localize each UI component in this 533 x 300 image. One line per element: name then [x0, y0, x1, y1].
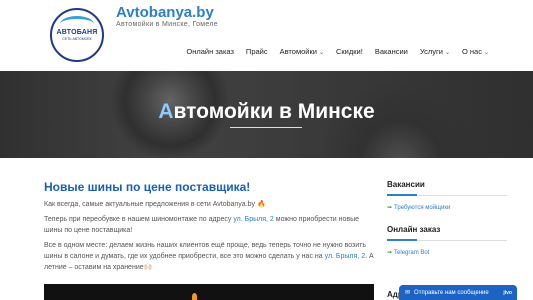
chat-label: Отправьте нам сообщение [414, 289, 489, 296]
widget-divider [387, 194, 507, 196]
chat-icon: ✉ [405, 290, 411, 296]
page-title: Автомойки в Минске [0, 100, 533, 124]
hero-divider [230, 127, 302, 128]
nav-label: Вакансии [374, 47, 408, 56]
nav-item-price[interactable]: Прайс [246, 47, 268, 56]
main-nav: Онлайн заказ Прайс Автомойки ⌄ Скидки! Ва… [186, 47, 489, 56]
chevron-down-icon: ⌄ [444, 50, 450, 56]
sidebar: Вакансии ➟ Требуются мойщики Онлайн заказ… [387, 180, 507, 270]
arrow-right-icon: ➟ [387, 250, 393, 256]
widget-link-telegram[interactable]: ➟ Telegram Bot [387, 249, 507, 256]
nav-label: Услуги [419, 47, 443, 56]
nav-label: О нас [461, 47, 482, 56]
widget-title-vacancies: Вакансии [387, 180, 425, 189]
jivo-badge: jivo [503, 289, 512, 296]
nav-item-about[interactable]: О нас ⌄ [462, 47, 489, 56]
nav-label: Скидки! [335, 47, 363, 56]
widget-link-vacancies[interactable]: ➟ Требуются мойщики [387, 204, 507, 211]
page-title-rest: втомойки в Минске [173, 100, 375, 123]
post-title[interactable]: Новые шины по цене поставщика! [44, 180, 376, 194]
logo-arc [60, 16, 94, 32]
nav-item-services[interactable]: Услуги ⌄ [420, 47, 450, 56]
nav-item-discounts[interactable]: Скидки! [336, 47, 363, 56]
nav-item-online-order[interactable]: Онлайн заказ [186, 47, 234, 56]
text: Все в одном месте: делаем жизнь наших кл… [44, 242, 367, 260]
site-title[interactable]: Avtobanya.by [116, 4, 214, 21]
address-link[interactable]: ул. Брыля, 2 [233, 216, 274, 223]
address-link[interactable]: ул. Брыля, 2 [325, 253, 366, 260]
nav-item-car-washes[interactable]: Автомойки ⌄ [280, 47, 324, 56]
post-paragraph: Как всегда, самые актуальные предложения… [44, 201, 266, 208]
nav-item-vacancies[interactable]: Вакансии [375, 47, 408, 56]
nav-label: Автомойки [279, 47, 317, 56]
hero-banner: Автомойки в Минске [0, 71, 533, 158]
page-title-first-letter: А [158, 100, 174, 123]
post-paragraph: Теперь при переобувке в нашем шиномонтаж… [44, 214, 376, 236]
chat-widget-button[interactable]: ✉ Отправьте нам сообщение jivo [399, 285, 517, 300]
chevron-down-icon: ⌄ [318, 50, 324, 56]
widget-divider [387, 239, 507, 241]
text: Теперь при переобувке в нашем шиномонтаж… [44, 216, 234, 223]
site-header: АВТОБАНЯ СЕТЬ АВТОМОЕК Avtobanya.by Авто… [0, 0, 533, 71]
link-label: Требуются мойщики [394, 205, 451, 211]
logo-subtext: СЕТЬ АВТОМОЕК [62, 37, 92, 41]
post-content: Новые шины по цене поставщика! Как всегд… [44, 180, 376, 277]
video-player[interactable] [44, 284, 374, 300]
logo[interactable]: АВТОБАНЯ СЕТЬ АВТОМОЕК [50, 8, 104, 62]
nav-label: Прайс [245, 47, 268, 56]
arrow-right-icon: ➟ [387, 205, 393, 211]
widget-title-online-order: Онлайн заказ [387, 225, 441, 234]
link-label: Telegram Bot [394, 250, 430, 256]
flame-icon [192, 293, 197, 300]
post-paragraph: Все в одном месте: делаем жизнь наших кл… [44, 240, 376, 273]
chevron-down-icon: ⌄ [483, 50, 489, 56]
nav-label: Онлайн заказ [186, 47, 234, 56]
site-description: Автомойки в Минске, Гомеле [116, 21, 218, 28]
